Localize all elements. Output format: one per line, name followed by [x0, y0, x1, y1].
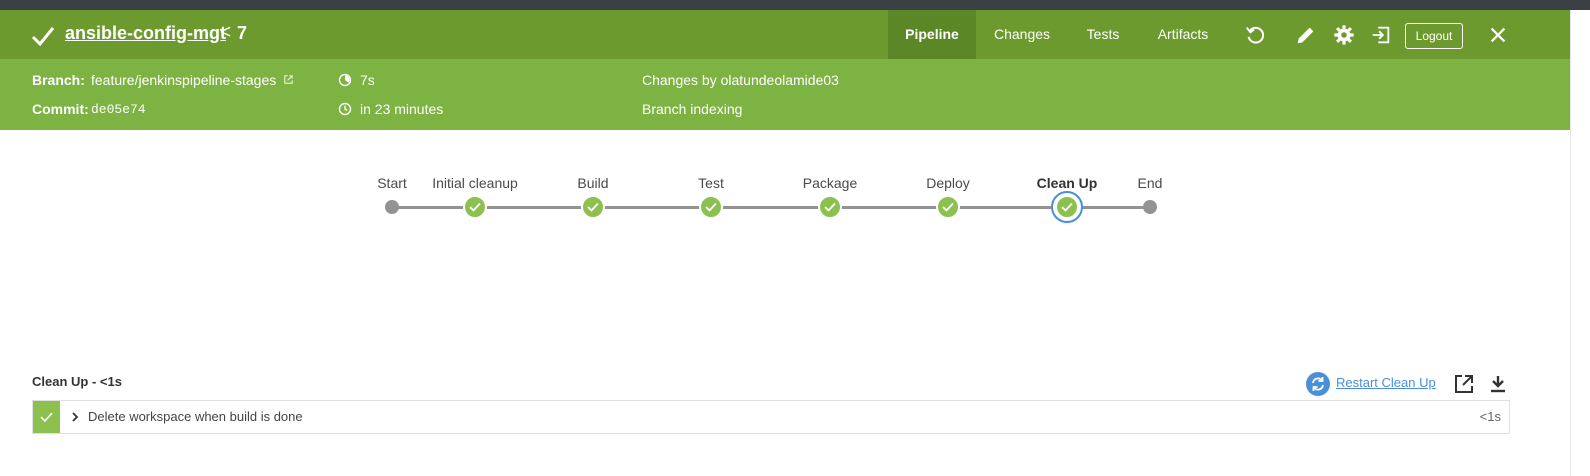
- pipeline-connector: [392, 206, 1150, 209]
- branch-label: Branch:: [32, 72, 85, 88]
- check-icon: [705, 202, 717, 212]
- run-cause: Branch indexing: [642, 101, 743, 117]
- duration-icon: [338, 73, 352, 87]
- replay-icon[interactable]: [1244, 24, 1266, 46]
- step-status-success: [33, 401, 60, 433]
- stage-node-test[interactable]: [699, 195, 723, 219]
- stage-label-clean-up[interactable]: Clean Up: [1037, 175, 1098, 191]
- stage-label-build[interactable]: Build: [577, 175, 608, 191]
- step-duration: <1s: [1479, 409, 1501, 424]
- pipeline-graph: Start Initial cleanup Build Test Package Depl…: [0, 160, 1570, 230]
- branch-value[interactable]: feature/jenkinspipeline-stages: [91, 72, 294, 88]
- commit-label: Commit:: [32, 101, 89, 117]
- branch-name: feature/jenkinspipeline-stages: [91, 72, 277, 88]
- success-check-icon: [31, 27, 55, 47]
- breadcrumb-separator: <: [220, 22, 232, 43]
- tab-pipeline[interactable]: Pipeline: [888, 10, 976, 59]
- tab-tests[interactable]: Tests: [1068, 10, 1138, 59]
- stage-node-deploy[interactable]: [936, 195, 960, 219]
- run-header: ansible-config-mgt < 7 Pipeline Changes …: [0, 10, 1570, 59]
- commit-hash: de05e74: [91, 102, 146, 117]
- clock-icon: [338, 102, 352, 116]
- restart-stage-icon[interactable]: [1306, 372, 1330, 396]
- stage-label-end[interactable]: End: [1138, 175, 1163, 191]
- step-label: Delete workspace when build is done: [88, 409, 303, 424]
- browser-top-strip: [0, 0, 1590, 10]
- close-icon[interactable]: [1487, 24, 1509, 46]
- run-number: 7: [237, 23, 248, 43]
- open-external-icon[interactable]: [1453, 373, 1475, 395]
- edit-icon[interactable]: [1295, 24, 1317, 46]
- gear-icon[interactable]: [1333, 24, 1355, 46]
- check-icon: [40, 412, 53, 423]
- stage-label-test[interactable]: Test: [698, 175, 724, 191]
- run-info-bar: Branch: feature/jenkinspipeline-stages C…: [0, 59, 1570, 130]
- tab-changes[interactable]: Changes: [976, 10, 1068, 59]
- changes-by: Changes by olatundeolamide03: [642, 72, 839, 88]
- stage-node-initial-cleanup[interactable]: [463, 195, 487, 219]
- duration-value: 7s: [360, 72, 375, 88]
- stage-label-start[interactable]: Start: [377, 175, 407, 191]
- check-icon: [587, 202, 599, 212]
- step-row[interactable]: Delete workspace when build is done <1s: [32, 400, 1510, 434]
- check-icon: [469, 202, 481, 212]
- chevron-right-icon[interactable]: [69, 411, 81, 423]
- stage-node-end: [1143, 200, 1157, 214]
- logout-button[interactable]: Logout: [1405, 23, 1463, 49]
- check-icon: [942, 202, 954, 212]
- stage-node-clean-up[interactable]: [1055, 195, 1079, 219]
- stage-node-build[interactable]: [581, 195, 605, 219]
- stage-node-start: [385, 200, 399, 214]
- restart-stage-link[interactable]: Restart Clean Up: [1336, 375, 1436, 390]
- stage-node-package[interactable]: [818, 195, 842, 219]
- vertical-scrollbar[interactable]: [1570, 10, 1590, 476]
- stage-label-package[interactable]: Package: [803, 175, 857, 191]
- pipeline-name-link[interactable]: ansible-config-mgt: [65, 23, 226, 44]
- download-icon[interactable]: [1487, 373, 1509, 395]
- external-link-icon: [284, 75, 293, 84]
- step-panel-title: Clean Up - <1s: [32, 374, 122, 389]
- check-icon: [824, 202, 836, 212]
- started-time: in 23 minutes: [360, 101, 444, 117]
- tab-artifacts[interactable]: Artifacts: [1138, 10, 1228, 59]
- exit-icon[interactable]: [1370, 24, 1392, 46]
- stage-label-deploy[interactable]: Deploy: [926, 175, 970, 191]
- check-icon: [1061, 202, 1073, 212]
- stage-label-initial-cleanup[interactable]: Initial cleanup: [432, 175, 518, 191]
